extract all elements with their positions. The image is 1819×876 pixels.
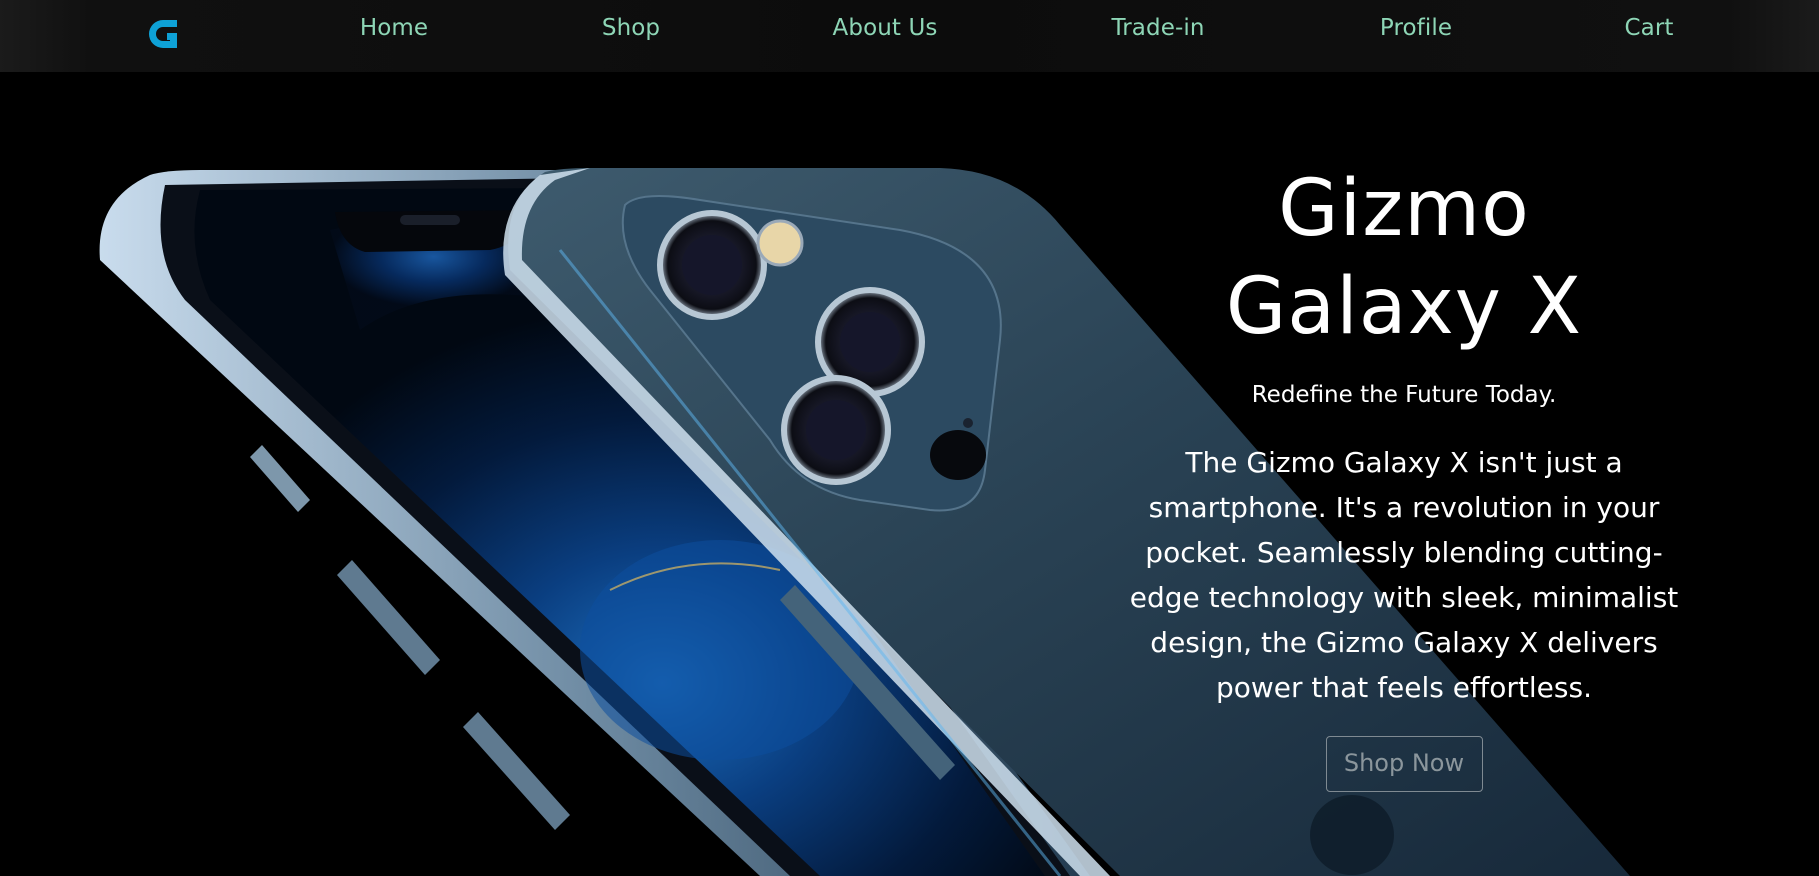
hero-description: The Gizmo Galaxy X isn't just a smartpho… [1129,446,1679,704]
nav-home-link[interactable]: Home [360,15,428,41]
g-logo-icon[interactable] [146,14,186,54]
hero-title: Gizmo Galaxy X [1100,160,1708,356]
hero-title-line-2: Galaxy X [1225,262,1583,352]
hero-tagline: Redefine the Future Today. [1251,382,1557,408]
hero-text-block: Gizmo Galaxy X Redefine the Future Today… [1100,160,1708,792]
nav-cart-link[interactable]: Cart [1624,15,1673,41]
nav-shop-link[interactable]: Shop [602,15,660,41]
landing-page: Home Shop About Us Trade-in Profile Cart [0,0,1819,876]
nav-trade-in-link[interactable]: Trade-in [1111,15,1204,41]
nav-profile-link[interactable]: Profile [1380,15,1452,41]
top-navigation: Home Shop About Us Trade-in Profile Cart [0,0,1819,72]
shop-now-button[interactable]: Shop Now [1325,736,1483,792]
hero-title-line-1: Gizmo [1278,164,1530,254]
nav-about-us-link[interactable]: About Us [833,15,938,41]
